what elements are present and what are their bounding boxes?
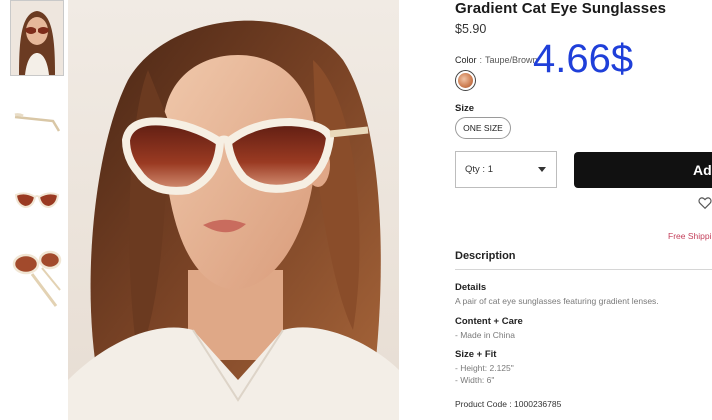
size-label: Size (455, 103, 475, 114)
thumbnail-model[interactable] (10, 0, 64, 76)
model-photo (68, 0, 399, 420)
size-fit-width: - Width: 6" (455, 375, 495, 385)
color-row: Color: Taupe/Brown (455, 55, 538, 65)
color-value: Taupe/Brown (485, 55, 538, 65)
size-option-one-size[interactable]: ONE SIZE (455, 117, 511, 139)
divider (455, 269, 712, 270)
description-title[interactable]: Description (455, 250, 516, 262)
product-title: Gradient Cat Eye Sunglasses (455, 0, 667, 17)
thumbnail-side-view[interactable] (10, 84, 64, 160)
size-fit-heading: Size + Fit (455, 349, 497, 360)
main-product-image (68, 0, 399, 420)
content-care-text: - Made in China (455, 330, 516, 340)
color-swatch-taupe-brown[interactable] (455, 70, 476, 91)
content-care-heading: Content + Care (455, 316, 523, 327)
side-view-thumbnail-image (14, 113, 61, 132)
overlay-price: 4.66$ (533, 37, 634, 81)
size-fit-height: - Height: 2.125" (455, 363, 514, 373)
heart-outline-icon[interactable] (698, 196, 712, 210)
angle-view-thumbnail-image (12, 250, 62, 307)
free-shipping-link[interactable]: Free Shipping (668, 231, 712, 241)
swatch-fill (458, 73, 473, 88)
product-details-panel: Gradient Cat Eye Sunglasses $5.90 Color:… (455, 0, 712, 420)
thumbnail-strip (0, 0, 68, 420)
add-to-bag-button[interactable]: Add (574, 152, 712, 188)
thumbnail-front-view[interactable] (10, 162, 64, 238)
details-heading: Details (455, 282, 487, 293)
product-code: Product Code : 1000236785 (455, 399, 562, 409)
product-price: $5.90 (455, 22, 487, 36)
model-thumbnail-image (11, 1, 63, 75)
details-text: A pair of cat eye sunglasses featuring g… (455, 296, 659, 306)
chevron-down-icon (538, 167, 546, 172)
quantity-select[interactable]: Qty : 1 (455, 151, 557, 188)
color-separator: : (479, 55, 483, 65)
thumbnail-angle-view[interactable] (10, 240, 64, 316)
front-view-thumbnail-image (14, 192, 60, 209)
quantity-label: Qty : 1 (465, 164, 493, 175)
color-label: Color (455, 55, 477, 65)
